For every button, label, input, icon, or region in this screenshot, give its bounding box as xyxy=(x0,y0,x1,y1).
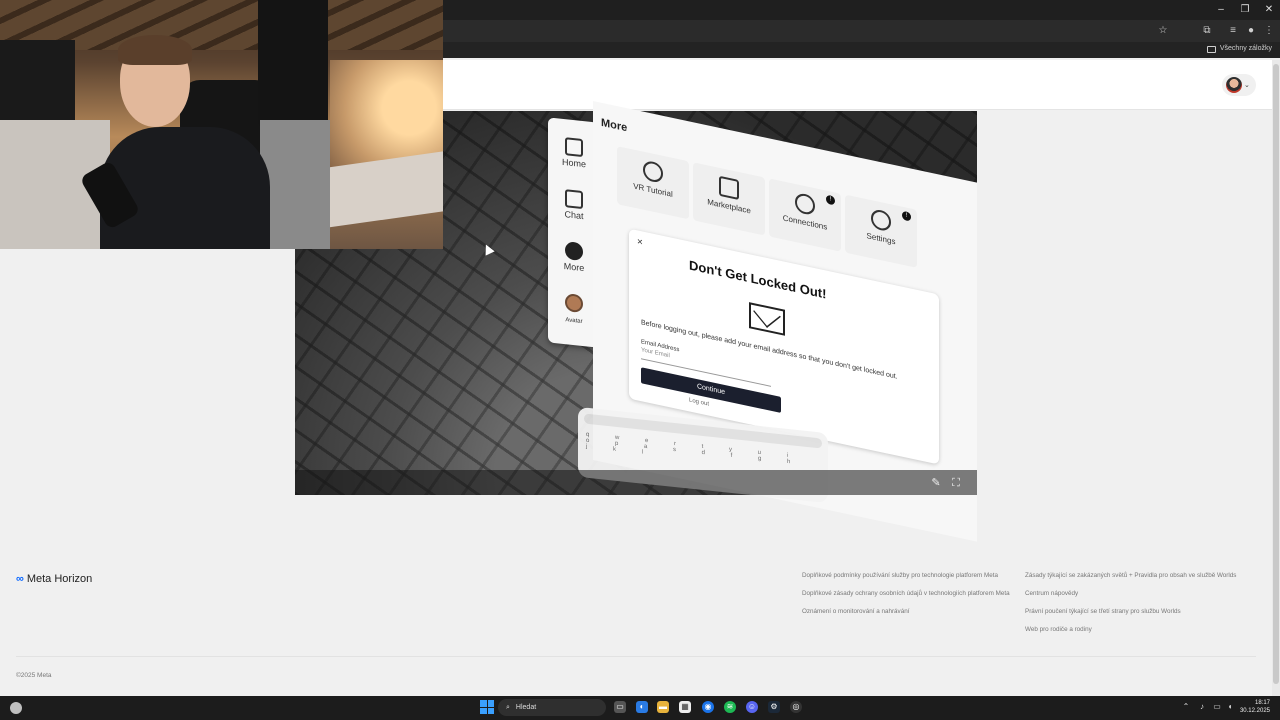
footer-link[interactable]: Doplňkové podmínky používání služby pro … xyxy=(802,572,998,579)
fullscreen-icon[interactable]: ⛶ xyxy=(949,476,963,490)
widgets-icon[interactable] xyxy=(10,702,22,714)
copyright: ©2025 Meta xyxy=(16,672,52,679)
standing-person-legs xyxy=(260,120,330,249)
chat-icon xyxy=(565,189,583,210)
footer-divider xyxy=(16,656,1256,657)
footer-link[interactable]: Web pro rodiče a rodiny xyxy=(1025,626,1092,633)
account-menu-button[interactable]: ⌄ xyxy=(1222,74,1256,96)
avatar xyxy=(1226,77,1242,93)
vr-tile-marketplace: Marketplace xyxy=(693,162,765,236)
vr-menu-home: Home xyxy=(554,136,594,170)
discord-icon[interactable]: ☺ xyxy=(746,701,758,713)
vr-menu-avatar: Avatar xyxy=(554,292,594,326)
bag-icon xyxy=(719,175,739,201)
volume-icon[interactable]: ◖ xyxy=(1225,702,1235,712)
restore-button[interactable]: ❐ xyxy=(1234,2,1256,18)
page-scrollbar[interactable] xyxy=(1272,60,1280,696)
copilot-icon[interactable]: ◐ xyxy=(636,701,648,713)
close-icon: × xyxy=(637,236,643,249)
footer-link[interactable]: Oznámení o monitorování a nahrávání xyxy=(802,608,909,615)
notification-badge: ! xyxy=(902,210,911,222)
pin-icon[interactable]: ✎ xyxy=(929,476,943,490)
tutorial-icon xyxy=(643,159,663,184)
vr-menu-home-label: Home xyxy=(561,156,586,170)
profile-icon[interactable]: ● xyxy=(1244,24,1258,38)
people-icon xyxy=(795,191,815,217)
vr-tile-tutorial: VR Tutorial xyxy=(617,146,689,220)
logout-link: Log out xyxy=(689,397,710,408)
all-bookmarks-button[interactable]: Všechny záložky xyxy=(1206,43,1272,55)
menu-kebab-icon[interactable]: ⋮ xyxy=(1262,24,1276,38)
close-window-button[interactable]: ✕ xyxy=(1258,2,1280,18)
tray-chevron-icon[interactable]: ⌃ xyxy=(1181,702,1191,712)
store-icon[interactable]: ▦ xyxy=(679,701,691,713)
envelope-icon xyxy=(749,302,785,336)
meta-horizon-logo[interactable]: ∞ Meta Horizon xyxy=(16,573,92,585)
all-bookmarks-label: Všechny záložky xyxy=(1219,45,1272,52)
file-explorer-icon[interactable]: ▬ xyxy=(657,701,669,713)
steam-icon[interactable]: ⚙ xyxy=(768,701,780,713)
extensions-icon[interactable]: ⧉ xyxy=(1200,24,1214,38)
webcam-overlay xyxy=(0,0,443,249)
footer-link[interactable]: Právní poučení týkající se třetí strany … xyxy=(1025,608,1181,615)
chevron-down-icon: ⌄ xyxy=(1244,82,1250,89)
footer-link[interactable]: Zásady týkající se zakázaných světů + Pr… xyxy=(1025,572,1236,579)
webcam-window xyxy=(0,40,75,120)
gear-icon xyxy=(871,208,891,233)
obs-icon[interactable]: ◎ xyxy=(790,701,802,713)
vr-tile-label: VR Tutorial xyxy=(633,181,673,199)
page-footer: ∞ Meta Horizon Doplňkové podmínky použív… xyxy=(0,545,1272,696)
minimize-button[interactable]: – xyxy=(1210,2,1232,18)
microphone-icon[interactable]: ♪ xyxy=(1197,702,1207,712)
network-icon[interactable]: ▭ xyxy=(1212,702,1222,712)
start-button[interactable] xyxy=(480,700,494,714)
notification-badge: ! xyxy=(826,194,835,206)
taskbar-search[interactable]: ⌕ Hledat xyxy=(498,699,606,716)
media-icon[interactable]: ≡ xyxy=(1226,24,1240,38)
star-icon[interactable]: ☆ xyxy=(1156,24,1170,38)
vr-menu-more: More xyxy=(554,240,594,274)
spotify-icon[interactable]: ≋ xyxy=(724,701,736,713)
vr-menu-more-label: More xyxy=(563,261,585,274)
meta-logo-icon: ∞ xyxy=(16,573,24,585)
vr-tile-settings: ! Settings xyxy=(845,194,917,268)
vr-menu-avatar-label: Avatar xyxy=(565,317,583,326)
vr-tile-label: Connections xyxy=(782,213,828,232)
home-icon xyxy=(565,137,583,158)
logo-text: Meta Horizon xyxy=(26,573,93,585)
footer-link[interactable]: Doplňkové zásady ochrany osobních údajů … xyxy=(802,590,1010,597)
vr-tile-label: Marketplace xyxy=(707,197,751,216)
search-placeholder: Hledat xyxy=(515,704,537,711)
vr-menu-chat: Chat xyxy=(554,188,594,222)
task-view-icon[interactable]: ▭ xyxy=(614,701,626,713)
more-icon xyxy=(565,241,583,262)
video-control-bar xyxy=(295,470,977,495)
dialog-title: Don't Get Locked Out! xyxy=(689,257,827,302)
vr-sidebar-menu: Home Chat More Avatar xyxy=(548,117,598,348)
footer-link[interactable]: Centrum nápovědy xyxy=(1025,590,1078,597)
avatar-icon xyxy=(565,293,583,314)
vr-tile-label: Settings xyxy=(866,231,896,247)
taskbar-clock[interactable]: 18:17 30.12.2025 xyxy=(1240,699,1270,715)
chrome-icon[interactable]: ◉ xyxy=(702,701,714,713)
clock-time: 18:17 xyxy=(1254,700,1270,706)
scrollbar-thumb[interactable] xyxy=(1273,64,1279,684)
clock-date: 30.12.2025 xyxy=(1239,708,1270,714)
vr-tile-connections: ! Connections xyxy=(769,178,841,252)
streamer-hair xyxy=(118,35,192,65)
vr-panel-title: More xyxy=(601,116,628,135)
vr-menu-chat-label: Chat xyxy=(564,209,584,222)
folder-icon xyxy=(1206,45,1216,53)
search-icon: ⌕ xyxy=(506,703,510,711)
